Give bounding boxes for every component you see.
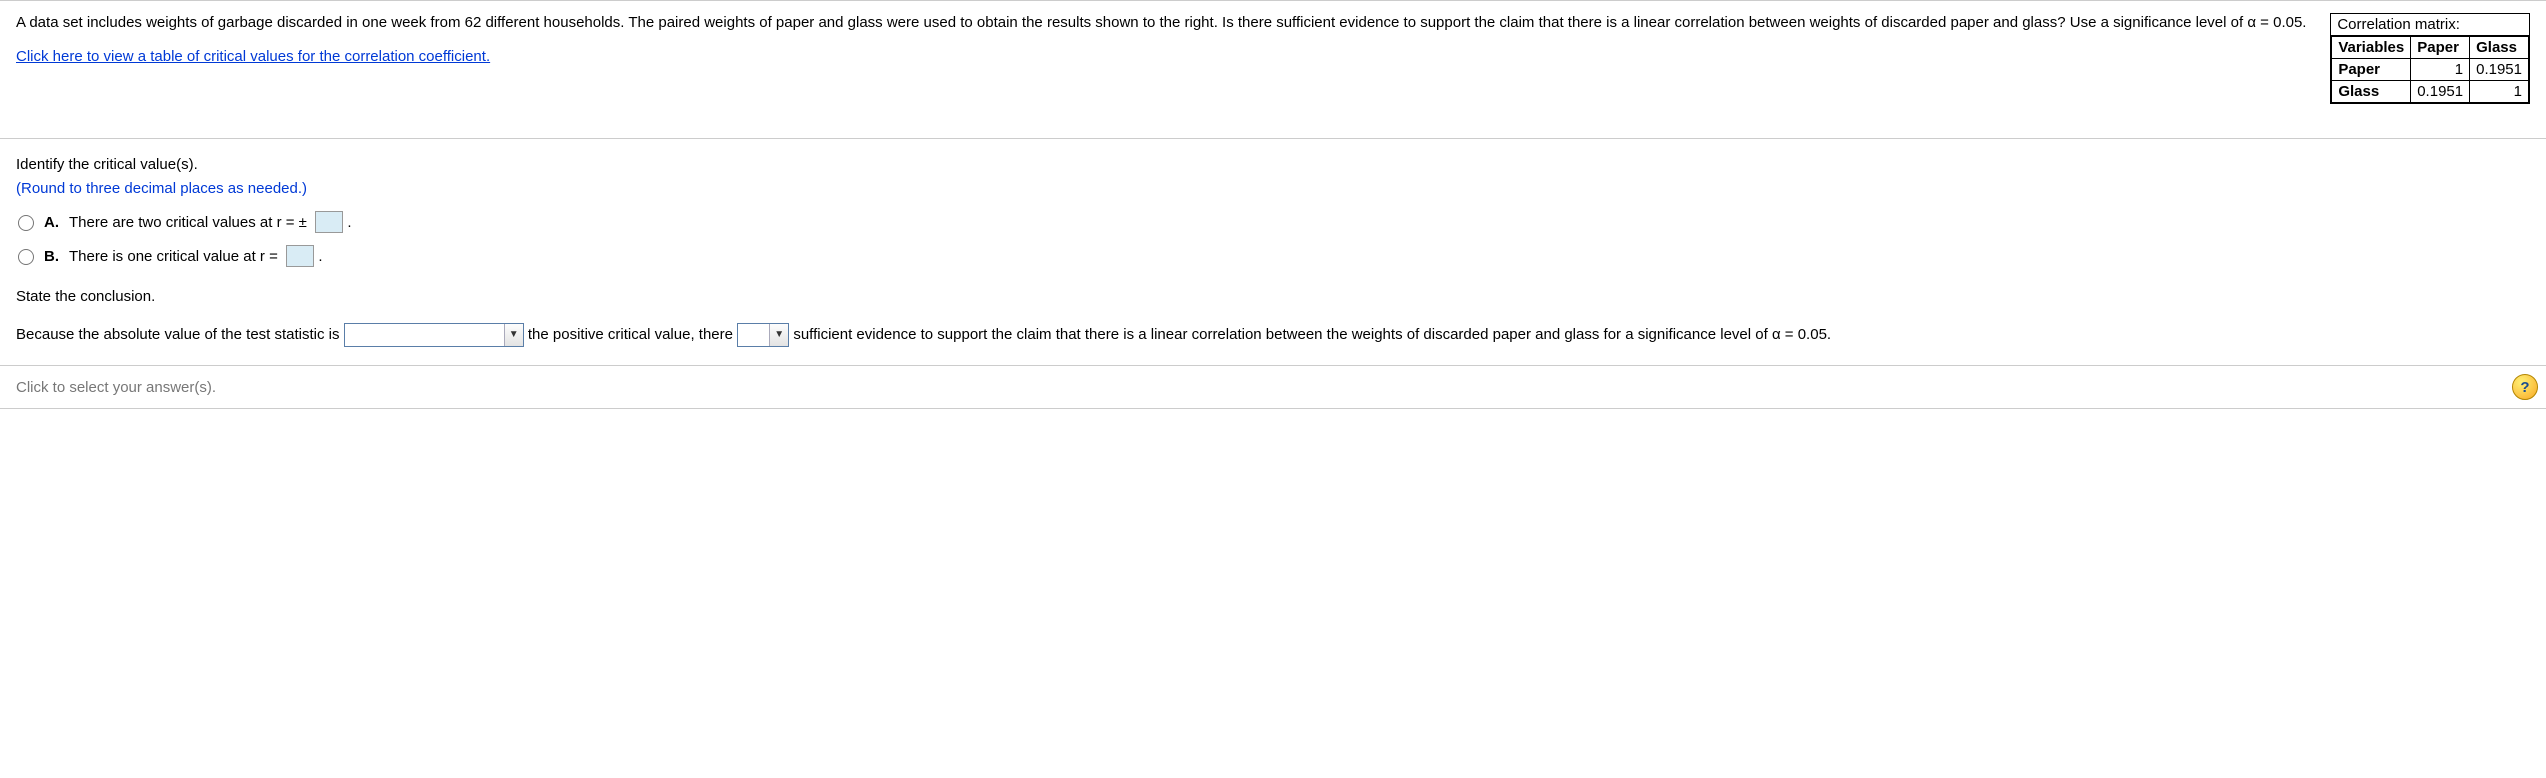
problem-main-text: A data set includes weights of garbage d… xyxy=(16,14,2306,31)
option-a-row: A. There are two critical values at r = … xyxy=(18,211,2530,235)
help-icon: ? xyxy=(2520,379,2529,396)
problem-header-row: A data set includes weights of garbage d… xyxy=(0,0,2546,114)
option-b-row: B. There is one critical value at r = . xyxy=(18,245,2530,269)
q1-prompt: Identify the critical value(s). xyxy=(16,153,2530,177)
option-b-radio[interactable] xyxy=(18,249,34,265)
option-b-text-before: There is one critical value at r = xyxy=(69,248,278,265)
matrix-cell: 0.1951 xyxy=(2470,59,2529,81)
option-b-input[interactable] xyxy=(286,245,314,267)
matrix-title: Correlation matrix: xyxy=(2331,14,2529,36)
page-container: A data set includes weights of garbage d… xyxy=(0,0,2546,409)
option-a-text-after: . xyxy=(347,214,351,231)
matrix-cell: 1 xyxy=(2470,81,2529,103)
q1-options: A. There are two critical values at r = … xyxy=(18,211,2530,269)
matrix-row-glass: Glass 0.1951 1 xyxy=(2332,81,2529,103)
matrix-header-variables: Variables xyxy=(2332,37,2411,59)
critical-values-link[interactable]: Click here to view a table of critical v… xyxy=(16,48,490,65)
matrix-table: Variables Paper Glass Paper 1 0.1951 Gla… xyxy=(2331,36,2529,103)
q2-block: State the conclusion. Because the absolu… xyxy=(16,285,2530,347)
q2-seg3: sufficient evidence to support the claim… xyxy=(793,326,1831,343)
problem-text-block: A data set includes weights of garbage d… xyxy=(16,13,2330,68)
matrix-header-row: Variables Paper Glass xyxy=(2332,37,2529,59)
help-button[interactable]: ? xyxy=(2512,374,2538,400)
sufficiency-dropdown[interactable]: ▼ xyxy=(737,323,789,347)
sufficiency-dropdown-value xyxy=(738,335,769,336)
q2-seg2: the positive critical value, there xyxy=(528,326,733,343)
chevron-down-icon: ▼ xyxy=(769,324,788,346)
matrix-cell: 1 xyxy=(2411,59,2470,81)
q1-rounding-note: (Round to three decimal places as needed… xyxy=(16,177,2530,201)
option-b-letter: B. xyxy=(44,245,59,269)
chevron-down-icon: ▼ xyxy=(504,324,523,346)
option-a-text-before: There are two critical values at r = ± xyxy=(69,214,307,231)
correlation-matrix: Correlation matrix: Variables Paper Glas… xyxy=(2330,13,2530,104)
q2-prompt: State the conclusion. xyxy=(16,285,2530,309)
comparison-dropdown[interactable]: ▼ xyxy=(344,323,524,347)
matrix-cell: 0.1951 xyxy=(2411,81,2470,103)
matrix-header-glass: Glass xyxy=(2470,37,2529,59)
matrix-row-label: Glass xyxy=(2332,81,2411,103)
footer-hint: Click to select your answer(s). xyxy=(16,379,216,396)
question-area: Identify the critical value(s). (Round t… xyxy=(0,139,2546,365)
matrix-row-label: Paper xyxy=(2332,59,2411,81)
option-b-text-after: . xyxy=(318,248,322,265)
matrix-row-paper: Paper 1 0.1951 xyxy=(2332,59,2529,81)
q2-seg1: Because the absolute value of the test s… xyxy=(16,326,340,343)
matrix-header-paper: Paper xyxy=(2411,37,2470,59)
footer-bar: Click to select your answer(s). ? xyxy=(0,365,2546,409)
q2-sentence: Because the absolute value of the test s… xyxy=(16,323,2530,347)
option-a-radio[interactable] xyxy=(18,215,34,231)
comparison-dropdown-value xyxy=(345,335,504,336)
option-a-letter: A. xyxy=(44,211,59,235)
option-a-input[interactable] xyxy=(315,211,343,233)
